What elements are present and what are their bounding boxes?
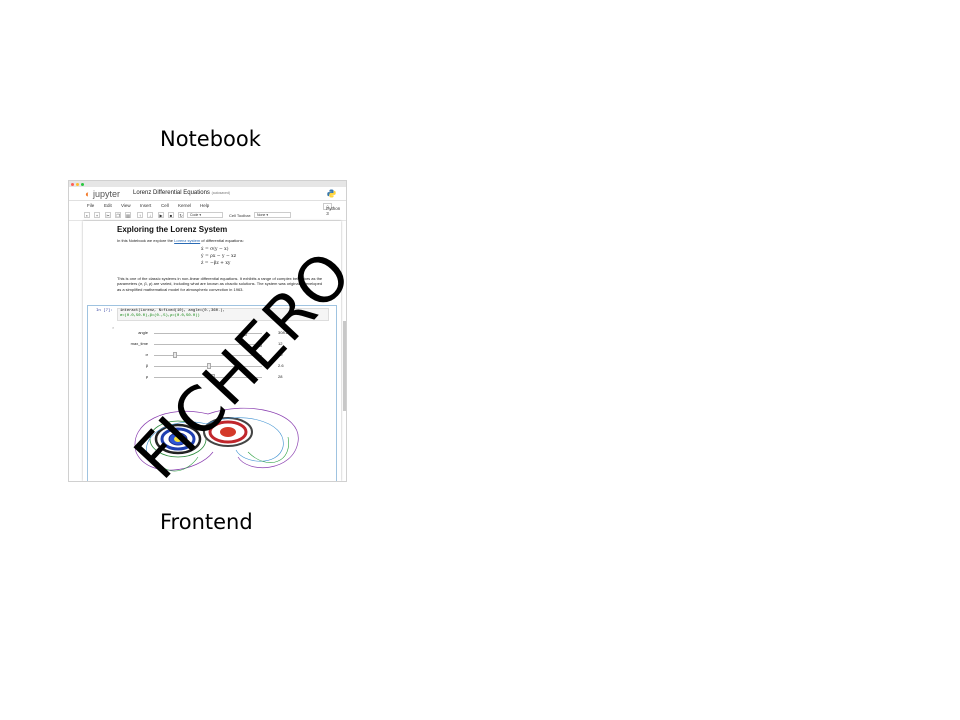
cell-type-value: Code (190, 213, 199, 217)
restart-icon[interactable]: ↻ (178, 212, 184, 218)
cut-icon[interactable]: ✂ (105, 212, 111, 218)
slider-label: σ (145, 352, 148, 357)
menu-kernel[interactable]: Kernel (178, 203, 191, 208)
cell-toolbar-label: Cell Toolbar: (229, 212, 252, 218)
run-icon[interactable]: ▶ (158, 212, 164, 218)
paste-icon[interactable]: ▤ (125, 212, 131, 218)
notebook-title[interactable]: Lorenz Differential Equations (autosaved… (133, 190, 230, 196)
slider-label: max_time (130, 341, 148, 346)
slider-label: angle (138, 330, 148, 335)
menu-view[interactable]: View (121, 203, 131, 208)
cell-toolbar-value: None (257, 213, 266, 217)
menu-file[interactable]: File (87, 203, 94, 208)
intro-text: In this Notebook we explore the Lorenz s… (117, 238, 244, 243)
menu-cell[interactable]: Cell (161, 203, 169, 208)
maximize-window-icon[interactable] (81, 182, 84, 186)
equation-2: ẏ = ρx − y − xz (201, 254, 237, 259)
equation-3: ż = −βz + xy (201, 261, 231, 266)
move-up-icon[interactable]: ↑ (137, 212, 143, 218)
stop-icon[interactable]: ■ (168, 212, 174, 218)
autosave-status: (autosaved) (211, 191, 231, 195)
kernel-indicator[interactable]: Python 3 ○ (323, 203, 340, 216)
slider-label: β (145, 363, 148, 368)
notebook-header: ◐ jupyter Lorenz Differential Equations … (69, 187, 346, 201)
copy-icon[interactable]: ❐ (115, 212, 121, 218)
menu-bar: File Edit View Insert Cell Kernel Help P… (69, 201, 346, 216)
menu-insert[interactable]: Insert (140, 203, 151, 208)
python-logo-icon (327, 189, 336, 198)
output-collapse-icon[interactable]: × (112, 325, 114, 330)
minimize-window-icon[interactable] (76, 182, 79, 186)
scrollbar-thumb[interactable] (343, 321, 346, 411)
notebook-toolbar: ▪ + ✂ ❐ ▤ ↑ ↓ ▶ ■ ↻ Code ▾ Cell Toolbar:… (69, 211, 346, 221)
slider-handle[interactable] (173, 352, 178, 358)
equation-1: ẋ = σ(y − x) (201, 247, 229, 252)
close-window-icon[interactable] (71, 182, 74, 186)
lorenz-system-link[interactable]: Lorenz system (174, 238, 200, 243)
cell-type-select[interactable]: Code ▾ (187, 212, 223, 218)
slider-label: ρ (145, 374, 148, 379)
jupyter-logo[interactable]: ◐ jupyter (85, 189, 120, 199)
cell-prompt: In [7]: (96, 309, 113, 313)
notebook-heading: Exploring the Lorenz System (117, 225, 228, 234)
menu-edit[interactable]: Edit (104, 203, 112, 208)
add-cell-icon[interactable]: + (94, 212, 100, 218)
save-icon[interactable]: ▪ (84, 212, 90, 218)
move-down-icon[interactable]: ↓ (147, 212, 153, 218)
cell-toolbar-select[interactable]: None ▾ (254, 212, 291, 218)
slide-label-notebook: Notebook (160, 127, 261, 151)
slide-label-frontend: Frontend (160, 510, 253, 534)
intro-after: of differential equations: (200, 238, 244, 243)
jupyter-logo-text: jupyter (92, 189, 120, 199)
notebook-title-text: Lorenz Differential Equations (133, 190, 210, 196)
intro-before: In this Notebook we explore the (117, 238, 175, 243)
menu-help[interactable]: Help (200, 203, 209, 208)
